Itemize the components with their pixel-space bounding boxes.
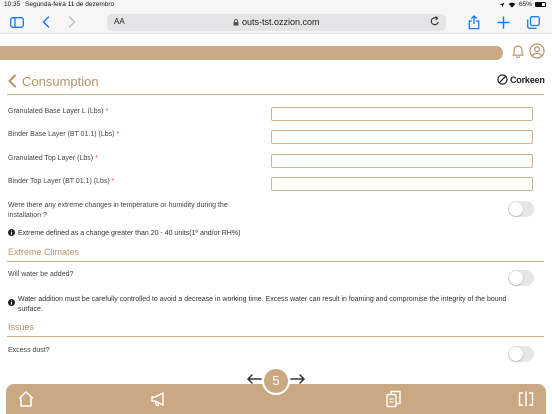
dust-question: Excess dust? bbox=[8, 347, 50, 354]
page-number: 5 bbox=[262, 367, 290, 395]
required-mark: * bbox=[116, 131, 120, 138]
address-bar[interactable]: AA outs-tst.ozzion.com bbox=[107, 14, 446, 31]
user-icon[interactable] bbox=[529, 43, 545, 64]
url-value: outs-tst.ozzion.com bbox=[241, 17, 320, 27]
extreme-changes-line1: Were there any extreme changes in temper… bbox=[8, 202, 228, 209]
info-icon bbox=[8, 299, 15, 310]
battery-icon bbox=[535, 2, 546, 7]
water-question: Will water be added? bbox=[8, 271, 74, 278]
status-right: 65% bbox=[499, 1, 546, 8]
url-text: outs-tst.ozzion.com bbox=[107, 17, 446, 27]
binder-base-label: Binder Base Layer (BT 01.1) (Lbs) * bbox=[8, 131, 119, 138]
arrow-left-icon[interactable] bbox=[246, 371, 262, 389]
extreme-changes-line2: installation ? bbox=[8, 212, 47, 219]
browser-toolbar: AA outs-tst.ozzion.com bbox=[0, 10, 552, 34]
title-divider bbox=[7, 94, 544, 95]
location-icon bbox=[499, 2, 505, 7]
forward-icon[interactable] bbox=[68, 14, 76, 30]
binder-top-label: Binder Top Layer (BT 01.1) (Lbs) * bbox=[8, 178, 114, 185]
dust-toggle[interactable] bbox=[508, 346, 534, 362]
issues-divider bbox=[7, 336, 544, 337]
required-mark: * bbox=[105, 108, 109, 115]
share-icon[interactable] bbox=[468, 14, 480, 30]
water-info-line1: Water addition must be carefully control… bbox=[18, 296, 507, 303]
issues-title: Issues bbox=[8, 322, 35, 332]
binder-base-label-text: Binder Base Layer (BT 01.1) (Lbs) bbox=[8, 131, 115, 138]
extreme-changes-toggle[interactable] bbox=[508, 201, 534, 217]
page-title: Consumption bbox=[22, 74, 99, 89]
app-header bbox=[0, 34, 552, 70]
info-icon bbox=[8, 229, 15, 240]
status-date: Segunda-feira 11 de dezembro bbox=[25, 1, 115, 8]
page-header: Consumption Corkeen bbox=[0, 70, 552, 96]
extreme-changes-question: Were there any extreme changes in temper… bbox=[8, 201, 228, 221]
granulated-top-input[interactable] bbox=[271, 154, 533, 168]
binder-top-label-text: Binder Top Layer (BT 01.1) (Lbs) bbox=[8, 178, 110, 185]
corkeen-logo: Corkeen bbox=[497, 74, 545, 85]
logo-text: Corkeen bbox=[510, 74, 545, 85]
water-info-text: Water addition must be carefully control… bbox=[18, 295, 506, 315]
extreme-climates-divider bbox=[7, 261, 544, 262]
extreme-info-text: Extreme defined as a change greater than… bbox=[18, 230, 241, 237]
status-time: 10:35 bbox=[4, 1, 21, 8]
corkeen-logo-icon bbox=[497, 74, 508, 85]
granulated-base-label: Granulated Base Layer L (Lbs) * bbox=[8, 108, 108, 115]
battery-percent: 65% bbox=[518, 1, 532, 8]
binder-base-input[interactable] bbox=[271, 130, 533, 144]
pager: 5 bbox=[0, 364, 552, 395]
reload-icon[interactable] bbox=[430, 15, 440, 29]
status-bar: 10:35 Segunda-feira 11 de dezembro 65% bbox=[0, 0, 552, 10]
back-icon[interactable] bbox=[42, 14, 50, 30]
granulated-base-input[interactable] bbox=[271, 107, 533, 121]
granulated-base-label-text: Granulated Base Layer L (Lbs) bbox=[8, 108, 104, 115]
binder-top-input[interactable] bbox=[271, 177, 533, 191]
granulated-top-label-text: Granulated Top Layer (Lbs) bbox=[8, 155, 94, 162]
sidebar-icon[interactable] bbox=[10, 14, 24, 30]
water-toggle[interactable] bbox=[508, 270, 534, 286]
granulated-top-label: Granulated Top Layer (Lbs) * bbox=[8, 155, 98, 162]
arrow-right-icon[interactable] bbox=[290, 371, 306, 389]
extreme-climates-title: Extreme Climates bbox=[8, 247, 80, 257]
water-info-line2: surface. bbox=[18, 306, 43, 313]
water-info: Water addition must be carefully control… bbox=[8, 295, 548, 315]
chevron-left-icon[interactable] bbox=[7, 74, 17, 93]
header-bar bbox=[0, 46, 503, 60]
required-mark: * bbox=[95, 155, 98, 162]
bell-icon[interactable] bbox=[512, 44, 524, 63]
wifi-icon bbox=[508, 2, 516, 8]
lock-icon bbox=[233, 18, 239, 26]
new-tab-icon[interactable] bbox=[497, 14, 510, 30]
tabs-icon[interactable] bbox=[527, 14, 540, 30]
required-mark: * bbox=[111, 178, 115, 185]
